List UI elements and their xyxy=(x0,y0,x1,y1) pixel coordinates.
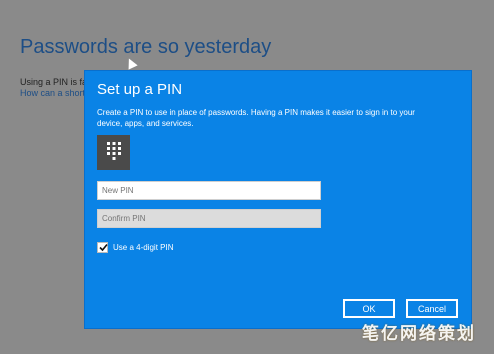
watermark-logo: 笔亿网络策划 xyxy=(362,324,476,343)
keypad-icon xyxy=(97,135,130,170)
background-text: Using a PIN is fa xyxy=(20,77,88,87)
dialog-title: Set up a PIN xyxy=(97,81,183,98)
checkmark-icon xyxy=(99,243,108,252)
background-title: Passwords are so yesterday xyxy=(20,36,272,58)
four-digit-pin-option[interactable]: Use a 4-digit PIN xyxy=(97,241,173,254)
four-digit-pin-label: Use a 4-digit PIN xyxy=(113,243,174,252)
four-digit-pin-checkbox[interactable] xyxy=(97,242,108,253)
new-pin-input[interactable] xyxy=(97,181,321,200)
confirm-pin-input[interactable] xyxy=(97,209,321,228)
background-link[interactable]: How can a short xyxy=(20,88,85,98)
cancel-button[interactable]: Cancel xyxy=(406,299,458,318)
set-up-pin-dialog: Set up a PIN Create a PIN to use in plac… xyxy=(84,70,472,329)
ok-button[interactable]: OK xyxy=(343,299,395,318)
dialog-description: Create a PIN to use in place of password… xyxy=(97,108,415,128)
